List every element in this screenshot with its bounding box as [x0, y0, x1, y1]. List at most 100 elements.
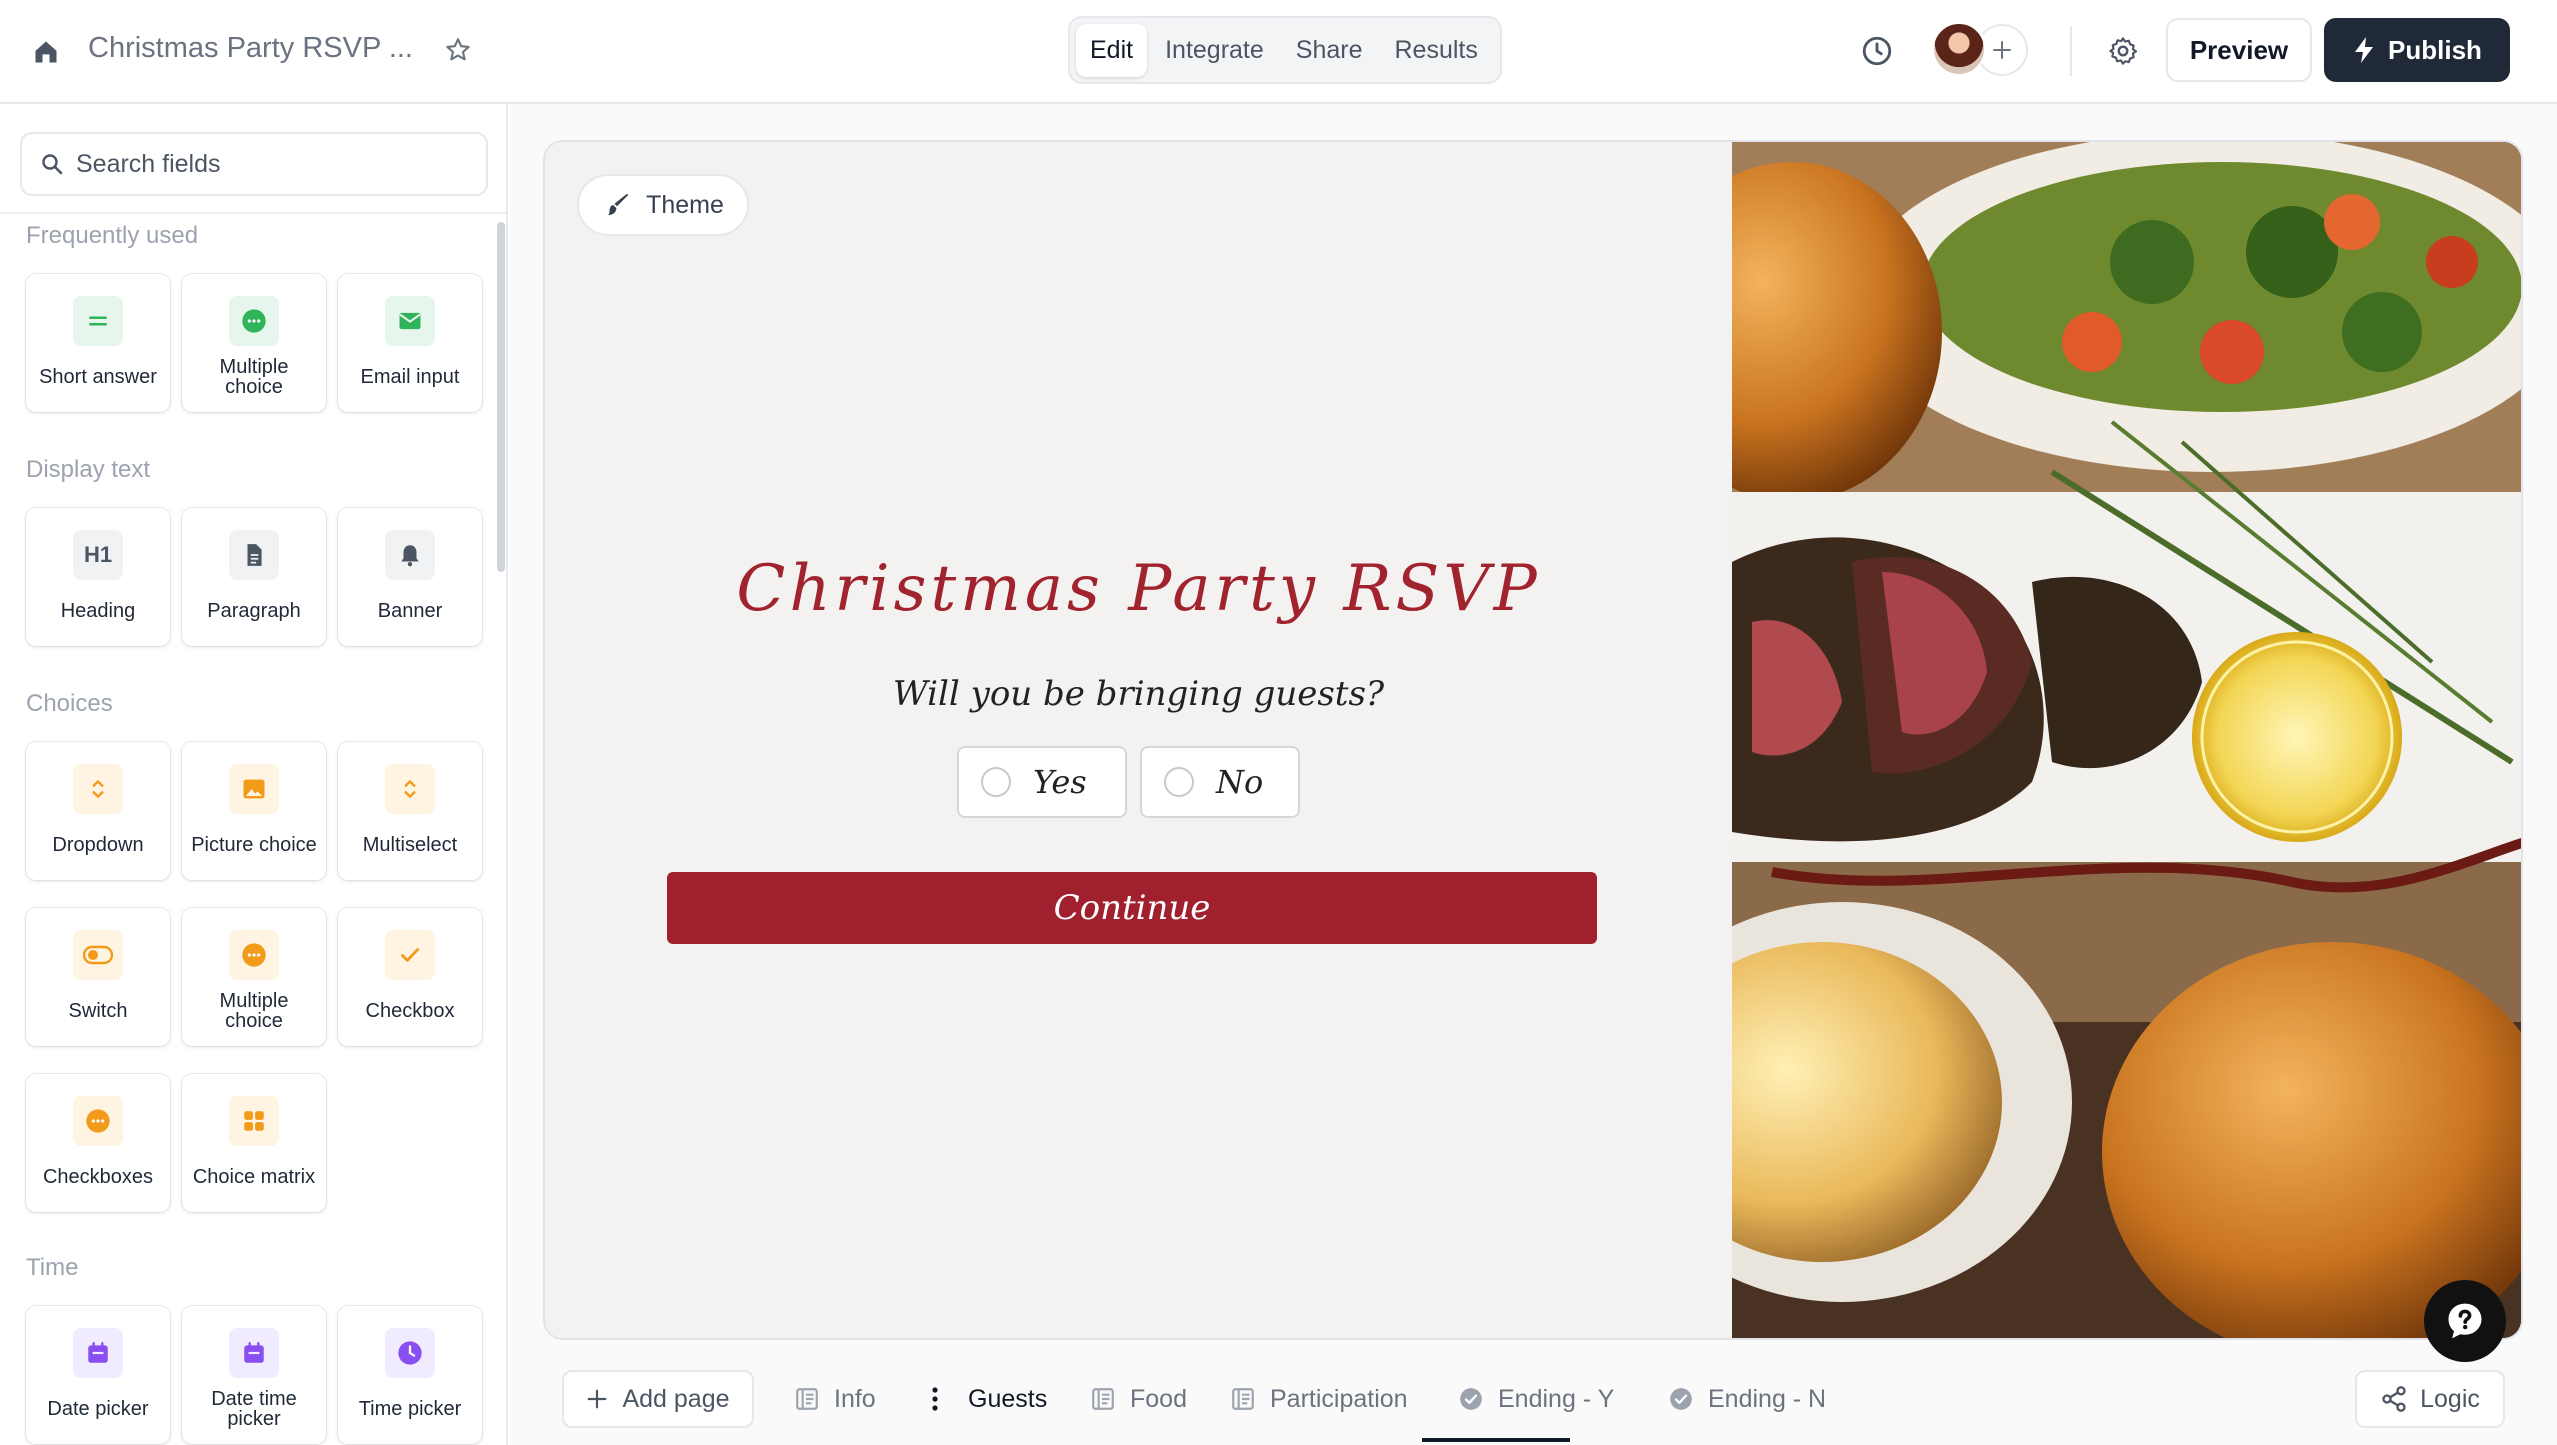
page-tab-label: Food — [1130, 1384, 1187, 1413]
clock-icon — [385, 1328, 435, 1378]
section-title-time: Time — [26, 1254, 79, 1281]
page-tab-food[interactable]: Food — [1090, 1376, 1187, 1422]
section-title-display-text: Display text — [26, 456, 151, 483]
field-tile-email-input[interactable]: Email input — [338, 274, 482, 412]
tab-share[interactable]: Share — [1282, 24, 1377, 77]
h1-icon: H1 — [73, 530, 123, 580]
field-tile-short-answer[interactable]: Short answer — [26, 274, 170, 412]
tab-edit[interactable]: Edit — [1076, 23, 1148, 77]
page-icon — [1092, 1388, 1114, 1410]
field-tile-label: Choice matrix — [192, 1166, 316, 1188]
continue-button[interactable]: Continue — [667, 872, 1597, 944]
field-tile-banner[interactable]: Banner — [338, 508, 482, 646]
field-tile-paragraph[interactable]: Paragraph — [182, 508, 326, 646]
check-icon — [385, 930, 435, 980]
check-circle-icon — [1670, 1388, 1692, 1410]
radio-button[interactable] — [1164, 767, 1194, 797]
publish-button[interactable]: Publish — [2324, 18, 2510, 82]
search-icon — [42, 154, 63, 175]
field-tile-label: Date time picker — [211, 1388, 297, 1430]
theme-label: Theme — [646, 190, 724, 219]
add-page-label: Add page — [622, 1384, 730, 1413]
avatar[interactable] — [1932, 22, 1986, 76]
bell-icon — [385, 530, 435, 580]
section-title-choices: Choices — [26, 690, 113, 717]
field-tile-label: Time picker — [358, 1398, 462, 1420]
logic-button[interactable]: Logic — [2355, 1370, 2505, 1428]
equals-icon — [73, 296, 123, 346]
calendar-icon — [73, 1328, 123, 1378]
page-tab-label: Ending - N — [1708, 1384, 1827, 1413]
page-icon — [796, 1388, 818, 1410]
field-tile-multiselect[interactable]: Multiselect — [338, 742, 482, 880]
page-tab-ending-n[interactable]: Ending - N — [1668, 1376, 1826, 1422]
field-tile-label: Checkbox — [365, 1000, 455, 1022]
form-heading[interactable]: Christmas Party RSVP — [545, 552, 1732, 626]
image-icon — [229, 764, 279, 814]
page-tab-info[interactable]: Info — [794, 1376, 876, 1422]
choice-yes[interactable]: Yes — [957, 746, 1127, 818]
publish-label: Publish — [2388, 34, 2482, 65]
page-tab-label: Info — [834, 1384, 876, 1413]
sidebar-scrollbar[interactable] — [497, 222, 505, 572]
page-tab-participation[interactable]: Participation — [1230, 1376, 1408, 1422]
page-tab-label: Guests — [968, 1384, 1048, 1413]
toggle-icon — [73, 930, 123, 980]
field-tile-checkbox[interactable]: Checkbox — [338, 908, 482, 1046]
question-text[interactable]: Will you be bringing guests? — [545, 674, 1732, 714]
active-tab-indicator — [1422, 1438, 1570, 1442]
field-tile-picture-choice[interactable]: Picture choice — [182, 742, 326, 880]
tab-results[interactable]: Results — [1381, 24, 1492, 77]
field-tile-switch[interactable]: Switch — [26, 908, 170, 1046]
sidebar-divider — [0, 212, 506, 214]
star-icon[interactable] — [440, 32, 476, 68]
chevron-updown-icon — [73, 764, 123, 814]
page-tab-ending-y[interactable]: Ending - Y — [1458, 1376, 1614, 1422]
field-tile-label: Dropdown — [52, 834, 144, 856]
dots-circle-icon — [229, 296, 279, 346]
field-tile-label: Multiple choice — [219, 990, 289, 1032]
calendar-icon — [229, 1328, 279, 1378]
mode-tabs: Edit Integrate Share Results — [1068, 16, 1502, 84]
preview-button[interactable]: Preview — [2166, 18, 2312, 82]
field-tile-multiple-choice-2[interactable]: Multiple choice — [182, 908, 326, 1046]
choice-no[interactable]: No — [1140, 746, 1300, 818]
field-tile-label: Paragraph — [207, 600, 301, 622]
field-tile-time-picker[interactable]: Time picker — [338, 1306, 482, 1444]
field-tile-choice-matrix[interactable]: Choice matrix — [182, 1074, 326, 1212]
search-input[interactable] — [76, 149, 456, 179]
search-box[interactable] — [20, 132, 488, 196]
section-title-frequently-used: Frequently used — [26, 222, 199, 249]
field-tile-dropdown[interactable]: Dropdown — [26, 742, 170, 880]
tab-integrate[interactable]: Integrate — [1151, 24, 1278, 77]
logic-label: Logic — [2420, 1384, 2480, 1413]
page-icon — [1232, 1388, 1254, 1410]
home-icon[interactable] — [28, 34, 64, 70]
paintbrush-icon — [608, 193, 629, 215]
field-tile-label: Multiple choice — [219, 356, 289, 398]
document-icon — [229, 530, 279, 580]
form-title[interactable]: Christmas Party RSVP ... — [88, 32, 413, 65]
field-tile-heading[interactable]: H1 Heading — [26, 508, 170, 646]
field-tile-date-time-picker[interactable]: Date time picker — [182, 1306, 326, 1444]
page-tab-label: Participation — [1270, 1384, 1408, 1413]
page-tab-guests[interactable]: Guests — [930, 1376, 1047, 1422]
field-tile-label: Date picker — [47, 1398, 149, 1420]
history-clock-icon[interactable] — [1856, 30, 1898, 72]
theme-button[interactable]: Theme — [577, 174, 749, 236]
gear-icon[interactable] — [2102, 30, 2144, 72]
field-tile-multiple-choice[interactable]: Multiple choice — [182, 274, 326, 412]
dots-circle-icon — [73, 1096, 123, 1146]
add-page-button[interactable]: Add page — [562, 1370, 754, 1428]
more-vertical-icon — [932, 1387, 938, 1411]
help-chat-icon[interactable] — [2424, 1280, 2506, 1362]
form-content-pane: Theme Christmas Party RSVP Will you be b… — [545, 142, 1732, 1338]
choice-label: Yes — [1033, 763, 1087, 801]
chevron-updown-icon — [385, 764, 435, 814]
radio-button[interactable] — [981, 767, 1011, 797]
field-tile-date-picker[interactable]: Date picker — [26, 1306, 170, 1444]
field-tile-checkboxes[interactable]: Checkboxes — [26, 1074, 170, 1212]
plus-icon — [588, 1389, 607, 1409]
check-circle-icon — [1460, 1388, 1482, 1410]
choice-label: No — [1216, 763, 1264, 801]
